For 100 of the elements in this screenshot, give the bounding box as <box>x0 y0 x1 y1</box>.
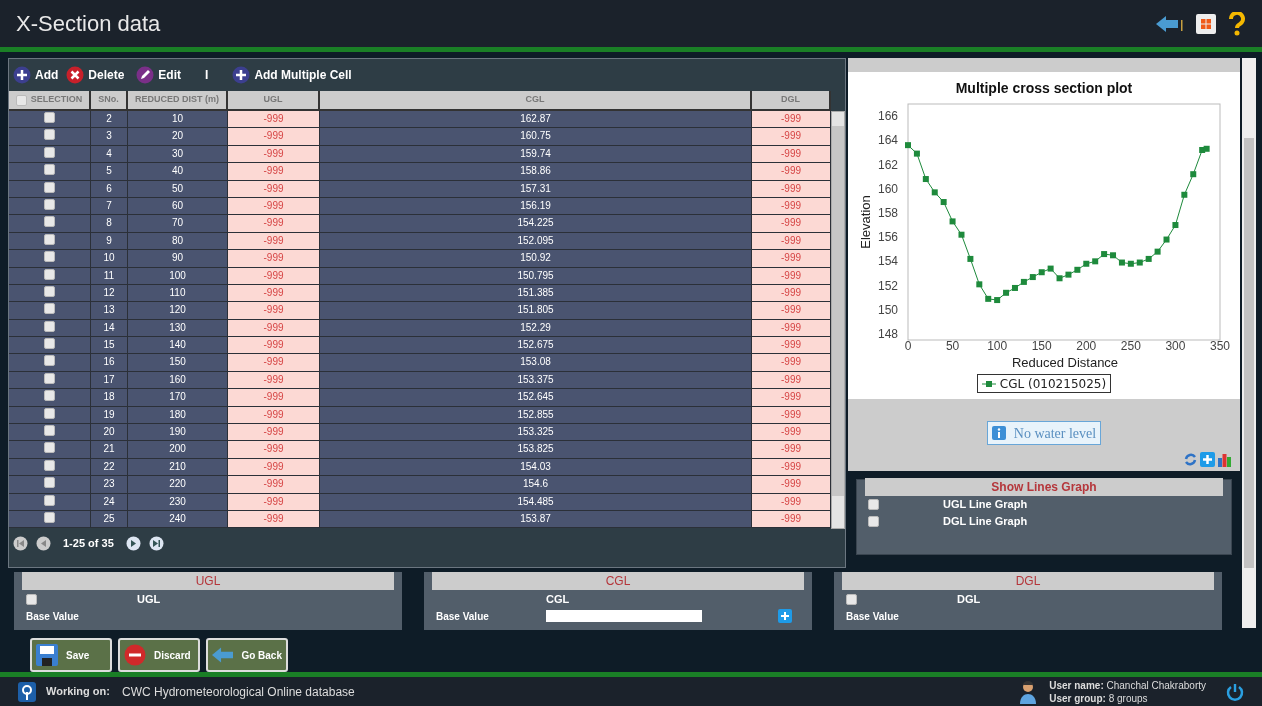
option-label: UGL Line Graph <box>943 497 1028 513</box>
checkbox[interactable] <box>44 355 55 367</box>
table-cell: 13 <box>91 302 128 319</box>
table-cell: 20 <box>91 424 128 441</box>
checkbox[interactable] <box>44 459 55 471</box>
toolbar-separator: I <box>205 67 209 84</box>
checkbox[interactable] <box>44 390 55 402</box>
table-cell: 20 <box>128 128 228 145</box>
panel-header: UGL <box>22 572 394 590</box>
checkbox[interactable] <box>44 268 55 280</box>
checkbox[interactable] <box>44 512 55 523</box>
power-icon[interactable] <box>1226 682 1244 701</box>
table-cell: 158.86 <box>320 163 752 180</box>
back-arrow-icon[interactable] <box>1156 15 1184 32</box>
checkbox[interactable] <box>44 251 55 263</box>
tick-label: 154 <box>877 254 898 269</box>
column-header[interactable]: CGL <box>320 91 752 109</box>
checkbox[interactable] <box>44 181 55 193</box>
checkbox[interactable] <box>44 338 55 350</box>
action-button[interactable]: Discard <box>118 638 200 672</box>
checkbox[interactable] <box>44 216 55 228</box>
checkbox[interactable] <box>846 593 857 605</box>
checkbox[interactable] <box>44 442 55 454</box>
column-header[interactable]: SNo. <box>91 91 128 109</box>
table-cell: 70 <box>128 215 228 232</box>
refresh-icon[interactable] <box>1183 452 1198 467</box>
checkbox[interactable] <box>44 285 55 297</box>
column-header[interactable]: DGL <box>752 91 831 109</box>
data-point <box>1145 255 1152 262</box>
working-label: Working on: <box>46 684 110 700</box>
last-page-icon[interactable] <box>148 535 164 551</box>
table-cell: 154.225 <box>320 215 752 232</box>
action-button[interactable]: Save <box>30 638 112 672</box>
checkbox[interactable] <box>44 146 55 158</box>
table-cell: -999 <box>228 163 320 180</box>
table-cell: 153.325 <box>320 424 752 441</box>
checkbox[interactable] <box>44 303 55 315</box>
column-header[interactable]: SELECTION <box>9 91 91 109</box>
plus-icon[interactable] <box>778 609 792 623</box>
add-button[interactable]: Add <box>13 66 59 84</box>
table-cell: -999 <box>228 389 320 406</box>
add-multiple-cell-button[interactable]: Add Multiple Cell <box>232 66 352 84</box>
info-icon <box>991 426 1006 440</box>
input-field[interactable] <box>546 610 702 622</box>
table-cell: -999 <box>228 337 320 354</box>
data-point <box>1029 274 1036 281</box>
help-icon[interactable] <box>1228 11 1246 36</box>
checkbox[interactable] <box>44 407 55 419</box>
pencil-icon <box>136 66 155 84</box>
column-header-label: SELECTION <box>30 93 83 107</box>
bar-chart-icon[interactable] <box>1217 452 1232 467</box>
table-cell: -999 <box>752 476 831 493</box>
checkbox[interactable] <box>15 94 27 106</box>
field-label: UGL <box>137 591 161 607</box>
data-point <box>958 231 965 238</box>
next-page-icon[interactable] <box>125 535 141 551</box>
field-label: Base Value <box>26 609 80 624</box>
table-cell: 170 <box>128 389 228 406</box>
tick-label: 164 <box>877 133 898 148</box>
table-cell: 90 <box>128 250 228 267</box>
data-point <box>913 150 920 157</box>
checkbox[interactable] <box>44 494 55 506</box>
grid-icon[interactable] <box>1196 13 1216 34</box>
checkbox[interactable] <box>868 516 879 527</box>
working-value: CWC Hydrometeorological Online database <box>121 683 355 701</box>
plus-icon[interactable] <box>1200 452 1215 467</box>
tick-label: 148 <box>877 326 898 341</box>
tick-label: 350 <box>1210 339 1230 353</box>
tick-label: 50 <box>945 339 960 353</box>
table-cell: 16 <box>91 354 128 371</box>
checkbox[interactable] <box>44 477 55 489</box>
table-cell: 151.805 <box>320 302 752 319</box>
checkbox[interactable] <box>44 129 55 141</box>
column-header[interactable]: REDUCED DIST (m) <box>128 91 228 109</box>
checkbox[interactable] <box>44 233 55 245</box>
table-cell: -999 <box>228 111 320 128</box>
data-point <box>994 297 1001 304</box>
first-page-icon[interactable] <box>13 535 28 551</box>
user-icon <box>1019 679 1038 704</box>
data-point <box>940 199 947 206</box>
checkbox[interactable] <box>26 593 37 605</box>
checkbox[interactable] <box>44 372 55 384</box>
checkbox[interactable] <box>44 320 55 332</box>
table-cell: 154.6 <box>320 476 752 493</box>
action-button[interactable]: Go Back <box>206 638 288 672</box>
checkbox[interactable] <box>44 164 55 176</box>
table-cell: -999 <box>752 389 831 406</box>
edit-button[interactable]: Edit <box>136 66 182 84</box>
table-cell: 120 <box>128 302 228 319</box>
checkbox[interactable] <box>44 425 55 437</box>
checkbox[interactable] <box>868 499 879 510</box>
checkbox[interactable] <box>44 112 55 123</box>
table-cell: 153.825 <box>320 441 752 458</box>
previous-page-icon[interactable] <box>36 535 51 551</box>
checkbox[interactable] <box>44 198 55 210</box>
column-header[interactable]: UGL <box>228 91 320 109</box>
plus-icon <box>232 66 251 84</box>
delete-button[interactable]: Delete <box>66 66 125 84</box>
field-label: Base Value <box>436 609 490 624</box>
table-cell: -999 <box>752 111 831 128</box>
